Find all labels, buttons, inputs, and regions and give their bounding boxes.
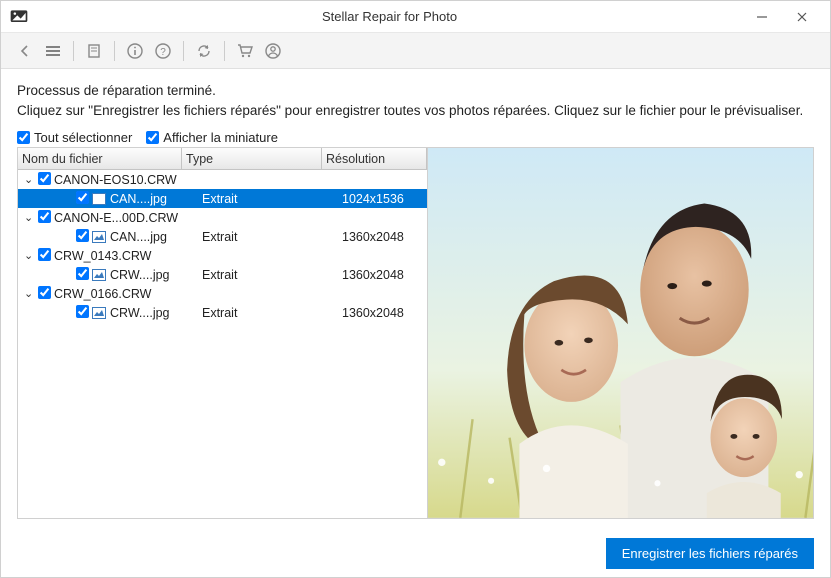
preview-image [428,148,813,518]
footer: Enregistrer les fichiers réparés [1,529,830,577]
file-resolution: 1360x2048 [342,230,427,244]
file-resolution: 1360x2048 [342,268,427,282]
toolbar: ? [1,33,830,69]
table-body: ⌄CANON-EOS10.CRWCAN....jpgExtrait1024x15… [18,170,427,518]
show-thumbnail-input[interactable] [146,131,159,144]
file-name: CANON-EOS10.CRW [54,173,177,187]
table-row-parent[interactable]: ⌄ CANON-EOS10.CRW [18,170,427,189]
file-name: CANON-E...00D.CRW [54,211,178,225]
table-row-child[interactable]: CAN....jpgExtrait1024x1536 [18,189,427,208]
table-row-parent[interactable]: ⌄ CRW_0143.CRW [18,246,427,265]
file-name: CRW_0143.CRW [54,249,152,263]
separator [183,41,184,61]
refresh-button[interactable] [190,37,218,65]
cart-button[interactable] [231,37,259,65]
file-type: Extrait [202,268,342,282]
save-repaired-button[interactable]: Enregistrer les fichiers réparés [606,538,814,569]
expand-icon[interactable]: ⌄ [24,287,38,300]
back-button[interactable] [11,37,39,65]
row-checkbox[interactable] [76,305,92,321]
status-title: Processus de réparation terminé. [17,83,814,98]
svg-text:?: ? [160,47,166,58]
file-list-pane: Nom du fichier Type Résolution ⌄ CANON-EO… [18,148,428,518]
file-name: CRW....jpg [110,306,202,320]
table-row-parent[interactable]: ⌄ CANON-E...00D.CRW [18,208,427,227]
table-row-child[interactable]: CAN....jpgExtrait1360x2048 [18,227,427,246]
menu-button[interactable] [39,37,67,65]
file-type: Extrait [202,230,342,244]
row-checkbox[interactable] [76,229,92,245]
image-icon [92,193,110,205]
col-header-resolution[interactable]: Résolution [322,148,427,169]
image-icon [92,269,110,281]
file-name: CRW_0166.CRW [54,287,152,301]
image-icon [92,231,110,243]
titlebar: Stellar Repair for Photo [1,1,830,33]
select-all-label: Tout sélectionner [34,130,132,145]
table-row-parent[interactable]: ⌄ CRW_0166.CRW [18,284,427,303]
expand-icon[interactable]: ⌄ [24,211,38,224]
info-button[interactable] [121,37,149,65]
close-button[interactable] [782,1,822,32]
show-thumbnail-label: Afficher la miniature [163,130,278,145]
minimize-button[interactable] [742,1,782,32]
file-type: Extrait [202,306,342,320]
table-row-child[interactable]: CRW....jpgExtrait1360x2048 [18,303,427,322]
expand-icon[interactable]: ⌄ [24,249,38,262]
options-row: Tout sélectionner Afficher la miniature [17,130,814,145]
image-icon [92,307,110,319]
help-button[interactable]: ? [149,37,177,65]
row-checkbox[interactable] [38,210,54,226]
row-checkbox[interactable] [38,286,54,302]
table-header: Nom du fichier Type Résolution [18,148,427,170]
file-resolution: 1360x2048 [342,306,427,320]
row-checkbox[interactable] [38,172,54,188]
file-name: CRW....jpg [110,268,202,282]
window-title: Stellar Repair for Photo [37,9,742,24]
file-name: CAN....jpg [110,192,202,206]
select-all-checkbox[interactable]: Tout sélectionner [17,130,132,145]
row-checkbox[interactable] [76,191,92,207]
row-checkbox[interactable] [38,248,54,264]
show-thumbnail-checkbox[interactable]: Afficher la miniature [146,130,278,145]
select-all-input[interactable] [17,131,30,144]
status-body: Cliquez sur "Enregistrer les fichiers ré… [17,102,814,120]
expand-icon[interactable]: ⌄ [24,173,38,186]
app-icon [9,7,29,27]
col-header-name[interactable]: Nom du fichier [18,148,182,169]
file-type: Extrait [202,192,342,206]
separator [73,41,74,61]
content: Processus de réparation terminé. Cliquez… [1,69,830,529]
col-header-type[interactable]: Type [182,148,322,169]
preview-pane [428,148,813,518]
separator [114,41,115,61]
separator [224,41,225,61]
file-name: CAN....jpg [110,230,202,244]
main-panes: Nom du fichier Type Résolution ⌄ CANON-EO… [17,147,814,519]
file-resolution: 1024x1536 [342,192,427,206]
table-row-child[interactable]: CRW....jpgExtrait1360x2048 [18,265,427,284]
row-checkbox[interactable] [76,267,92,283]
log-button[interactable] [80,37,108,65]
account-button[interactable] [259,37,287,65]
